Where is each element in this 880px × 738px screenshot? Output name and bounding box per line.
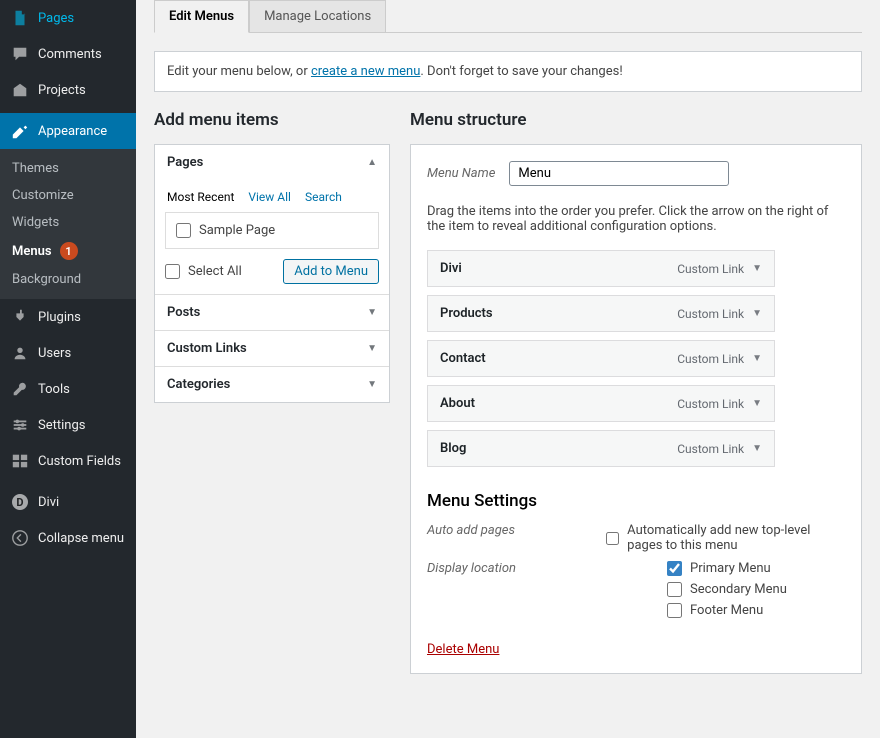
add-to-menu-button[interactable]: Add to Menu — [283, 259, 379, 284]
caret-up-icon: ▲ — [367, 157, 377, 168]
tab-manage-locations[interactable]: Manage Locations — [249, 0, 386, 32]
subtab-view-all[interactable]: View All — [248, 190, 291, 204]
sidebar-item-projects[interactable]: Projects — [0, 72, 136, 108]
divi-icon: D — [10, 492, 30, 512]
caret-down-icon: ▼ — [367, 307, 377, 318]
expand-icon[interactable]: ▼ — [752, 308, 762, 319]
select-all-label: Select All — [188, 264, 242, 279]
location-secondary-checkbox[interactable] — [667, 582, 682, 597]
submenu-customize[interactable]: Customize — [0, 182, 136, 209]
auto-add-checkbox[interactable] — [606, 531, 619, 546]
acc-pages-body: Most Recent View All Search Sample Page … — [155, 180, 389, 294]
sidebar-label: Users — [38, 346, 71, 361]
projects-icon — [10, 80, 30, 100]
menu-item-bar[interactable]: About Custom Link▼ — [427, 385, 775, 422]
page-label: Sample Page — [199, 223, 275, 238]
menu-item-bar[interactable]: Contact Custom Link▼ — [427, 340, 775, 377]
create-menu-link[interactable]: create a new menu — [311, 64, 420, 79]
sidebar-label: Custom Fields — [38, 454, 121, 469]
caret-down-icon: ▼ — [367, 343, 377, 354]
location-footer-checkbox[interactable] — [667, 603, 682, 618]
display-location-label: Display location — [427, 561, 667, 618]
custom-fields-icon — [10, 451, 30, 471]
acc-categories-header[interactable]: Categories▼ — [155, 366, 389, 402]
submenu-background[interactable]: Background — [0, 266, 136, 293]
sidebar-item-divi[interactable]: D Divi — [0, 484, 136, 520]
sidebar-label: Comments — [38, 47, 102, 62]
menus-badge: 1 — [60, 242, 78, 260]
tools-icon — [10, 379, 30, 399]
subtab-recent[interactable]: Most Recent — [167, 190, 234, 204]
add-items-accordion: Pages▲ Most Recent View All Search Sampl… — [154, 144, 390, 403]
structure-title: Menu structure — [410, 110, 862, 130]
menu-name-label: Menu Name — [427, 166, 495, 181]
settings-icon — [10, 415, 30, 435]
sidebar-label: Tools — [38, 382, 70, 397]
sidebar-item-tools[interactable]: Tools — [0, 371, 136, 407]
comments-icon — [10, 44, 30, 64]
auto-add-label: Auto add pages — [427, 523, 606, 553]
add-items-title: Add menu items — [154, 110, 390, 130]
sidebar-label: Pages — [38, 11, 74, 26]
sidebar-label: Collapse menu — [38, 531, 124, 546]
sidebar-item-custom-fields[interactable]: Custom Fields — [0, 443, 136, 479]
nav-tabs: Edit Menus Manage Locations — [154, 0, 862, 33]
sidebar-item-comments[interactable]: Comments — [0, 36, 136, 72]
sidebar-item-users[interactable]: Users — [0, 335, 136, 371]
menu-item-bar[interactable]: Products Custom Link▼ — [427, 295, 775, 332]
menu-name-input[interactable] — [509, 161, 729, 186]
sidebar-label: Settings — [38, 418, 85, 433]
sidebar-item-appearance[interactable]: Appearance — [0, 113, 136, 149]
expand-icon[interactable]: ▼ — [752, 398, 762, 409]
acc-pages-header[interactable]: Pages▲ — [155, 145, 389, 180]
sidebar-label: Plugins — [38, 310, 81, 325]
menu-structure-panel: Menu Name Drag the items into the order … — [410, 144, 862, 674]
pages-icon — [10, 8, 30, 28]
acc-posts-header[interactable]: Posts▼ — [155, 294, 389, 330]
drag-instruction: Drag the items into the order you prefer… — [427, 204, 845, 234]
delete-menu-link[interactable]: Delete Menu — [427, 642, 499, 657]
submenu-themes[interactable]: Themes — [0, 155, 136, 182]
acc-custom-links-header[interactable]: Custom Links▼ — [155, 330, 389, 366]
submenu-widgets[interactable]: Widgets — [0, 209, 136, 236]
collapse-icon — [10, 528, 30, 548]
menu-item-bar[interactable]: Divi Custom Link▼ — [427, 250, 775, 287]
caret-down-icon: ▼ — [367, 379, 377, 390]
select-all-checkbox[interactable] — [165, 264, 180, 279]
sidebar-label: Projects — [38, 83, 86, 98]
notice: Edit your menu below, or create a new me… — [154, 51, 862, 92]
expand-icon[interactable]: ▼ — [752, 353, 762, 364]
subtab-search[interactable]: Search — [305, 190, 342, 204]
appearance-icon — [10, 121, 30, 141]
menu-items-list: Divi Custom Link▼ Products Custom Link▼ … — [427, 250, 845, 467]
sidebar-label: Divi — [38, 495, 59, 510]
menu-item-bar[interactable]: Blog Custom Link▼ — [427, 430, 775, 467]
expand-icon[interactable]: ▼ — [752, 263, 762, 274]
location-primary-checkbox[interactable] — [667, 561, 682, 576]
sidebar-item-collapse[interactable]: Collapse menu — [0, 520, 136, 556]
page-checkbox-sample[interactable] — [176, 223, 191, 238]
tab-edit-menus[interactable]: Edit Menus — [154, 0, 249, 33]
sidebar-item-settings[interactable]: Settings — [0, 407, 136, 443]
sidebar-item-pages[interactable]: Pages — [0, 0, 136, 36]
plugins-icon — [10, 307, 30, 327]
submenu-menus[interactable]: Menus1 — [0, 236, 136, 266]
sidebar-label: Appearance — [38, 124, 107, 139]
users-icon — [10, 343, 30, 363]
appearance-submenu: Themes Customize Widgets Menus1 Backgrou… — [0, 149, 136, 299]
expand-icon[interactable]: ▼ — [752, 443, 762, 454]
menu-settings-title: Menu Settings — [427, 491, 845, 511]
sidebar-item-plugins[interactable]: Plugins — [0, 299, 136, 335]
